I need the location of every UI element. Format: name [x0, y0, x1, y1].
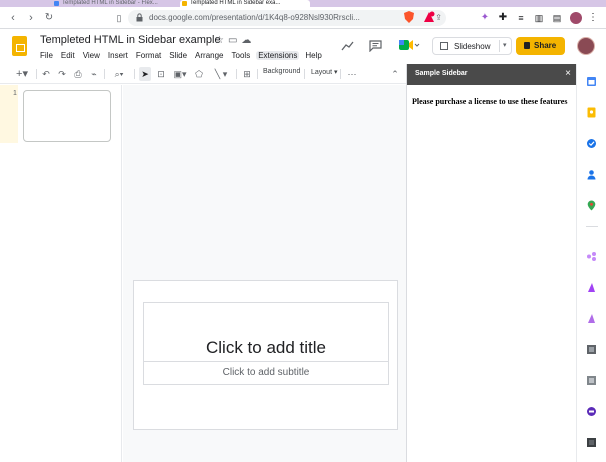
addon-icon[interactable] — [586, 375, 597, 386]
addon-icon[interactable] — [586, 437, 597, 448]
browser-tab-label: Templated HTML in Sidebar exa... — [190, 0, 281, 6]
browser-tab-label: Templated HTML in Sidebar - Flex... — [62, 0, 158, 6]
editor-toolbar: +▾ ↶ ↷ ⎙ ⌁ ⌕▾ ➤ ⊡ ▣▾ ⬠ ╲ ▾ ⊞ Background … — [0, 64, 406, 84]
slide-canvas: Click to add title Click to add subtitle — [123, 85, 406, 462]
subtitle-placeholder-text: Click to add subtitle — [222, 367, 310, 378]
forward-icon[interactable]: › — [24, 11, 38, 25]
sidebar-toggle-icon[interactable]: ▥ — [532, 11, 546, 25]
browser-toolbar: ‹ › ↻ ▯ docs.google.com/presentation/d/1… — [0, 7, 606, 29]
collapse-menus-icon[interactable]: ⌃ — [388, 67, 402, 81]
sidebar-header: Sample Sidebar × — [407, 64, 577, 85]
addon-sidebar: Sample Sidebar × Please purchase a licen… — [406, 64, 577, 462]
addon-icon[interactable] — [586, 313, 597, 324]
comments-icon[interactable] — [369, 40, 382, 55]
undo-icon[interactable]: ↶ — [40, 67, 52, 81]
extensions-puzzle-icon[interactable]: ✚ — [496, 11, 510, 25]
menu-help[interactable]: Help — [305, 51, 321, 60]
share-button[interactable]: Share — [516, 37, 565, 55]
zoom-icon[interactable]: ⌕▾ — [108, 67, 130, 81]
background-button[interactable]: Background — [263, 68, 300, 75]
menu-tools[interactable]: Tools — [232, 51, 251, 60]
calendar-icon[interactable] — [586, 76, 597, 87]
shape-icon[interactable]: ⬠ — [193, 67, 205, 81]
menu-file[interactable]: File — [40, 51, 53, 60]
star-icon[interactable]: ☆ — [215, 35, 228, 46]
redo-icon[interactable]: ↷ — [56, 67, 68, 81]
license-message: Please purchase a license to use these f… — [412, 97, 568, 106]
browser-profile-avatar[interactable] — [570, 12, 582, 24]
meet-icon[interactable] — [398, 38, 420, 52]
chevron-down-icon[interactable]: ▾ — [503, 41, 507, 49]
close-icon[interactable]: × — [565, 68, 571, 80]
menu-arrange[interactable]: Arrange — [195, 51, 223, 60]
title-placeholder[interactable]: Click to add title — [143, 302, 389, 362]
image-icon[interactable]: ▣▾ — [170, 67, 190, 81]
brave-rewards-icon[interactable] — [422, 11, 436, 25]
lock-icon — [524, 42, 530, 49]
layout-label: Layout — [311, 69, 333, 76]
slides-favicon-icon — [182, 1, 187, 6]
subtitle-placeholder[interactable]: Click to add subtitle — [143, 362, 389, 385]
reading-list-icon[interactable]: ≡ — [514, 11, 528, 25]
url-text: docs.google.com/presentation/d/1K4q8-o92… — [149, 13, 360, 22]
slide-number: 1 — [13, 90, 17, 97]
browser-tab-strip: Templated HTML in Sidebar - Flex... Temp… — [0, 0, 606, 7]
print-icon[interactable]: ⎙ — [72, 67, 84, 81]
slideshow-button[interactable]: Slideshow ▾ — [432, 37, 512, 55]
slides-logo-icon[interactable] — [12, 36, 27, 56]
contacts-icon[interactable] — [586, 169, 597, 180]
sidebar-title: Sample Sidebar — [415, 70, 468, 77]
brave-shield-icon[interactable] — [402, 11, 416, 25]
menu-view[interactable]: View — [83, 51, 100, 60]
activity-trend-icon[interactable] — [341, 40, 354, 54]
addon-icon[interactable] — [586, 344, 597, 355]
line-icon[interactable]: ╲ ▾ — [209, 67, 233, 81]
title-placeholder-text: Click to add title — [206, 338, 326, 357]
layout-button[interactable]: Layout ▾ — [311, 68, 338, 76]
menu-extensions[interactable]: Extensions — [256, 51, 300, 60]
browser-tab[interactable]: Templated HTML in Sidebar - Flex... — [52, 0, 178, 7]
extension-icon[interactable]: ✦ — [478, 11, 492, 25]
favicon-icon — [54, 1, 59, 6]
menu-insert[interactable]: Insert — [108, 51, 128, 60]
move-folder-icon[interactable]: ▭ — [228, 35, 241, 46]
page-share-icon[interactable]: ⇪ — [435, 13, 442, 22]
addon-icon[interactable] — [586, 251, 597, 262]
share-label: Share — [534, 41, 557, 50]
menu-icon[interactable]: ⋮ — [586, 11, 600, 25]
menu-slide[interactable]: Slide — [169, 51, 187, 60]
paint-format-icon[interactable]: ⌁ — [88, 67, 100, 81]
lock-icon — [136, 13, 143, 22]
addon-icon[interactable] — [586, 282, 597, 293]
text-box-icon[interactable]: ⊡ — [155, 67, 167, 81]
menu-format[interactable]: Format — [136, 51, 161, 60]
select-cursor-icon[interactable]: ➤ — [139, 67, 151, 81]
cloud-status-icon[interactable]: ☁ — [241, 35, 255, 46]
back-icon[interactable]: ‹ — [6, 11, 20, 25]
address-bar[interactable]: docs.google.com/presentation/d/1K4q8-o92… — [128, 10, 446, 26]
present-icon — [440, 42, 448, 50]
browser-tab-active[interactable]: Templated HTML in Sidebar exa... — [180, 0, 310, 7]
menu-edit[interactable]: Edit — [61, 51, 75, 60]
bookmark-icon[interactable]: ▯ — [112, 11, 126, 25]
menu-bar: File Edit View Insert Format Slide Arran… — [40, 51, 322, 60]
new-slide-icon[interactable]: +▾ — [12, 67, 32, 81]
keep-icon[interactable] — [586, 107, 597, 118]
side-panel — [576, 64, 606, 462]
slide-filmstrip: 1 — [0, 85, 122, 462]
tasks-icon[interactable] — [586, 138, 597, 149]
document-title[interactable]: Templeted HTML in Sidebar example — [40, 34, 221, 46]
slide-thumbnail[interactable] — [23, 90, 111, 142]
more-options-icon[interactable]: ⋯ — [345, 67, 359, 81]
account-avatar[interactable] — [577, 37, 595, 55]
slideshow-label: Slideshow — [454, 42, 491, 51]
maps-icon[interactable] — [586, 200, 597, 211]
comment-add-icon[interactable]: ⊞ — [241, 67, 253, 81]
addon-icon[interactable] — [586, 406, 597, 417]
wallet-icon[interactable]: ▤ — [550, 11, 564, 25]
slide[interactable]: Click to add title Click to add subtitle — [133, 280, 398, 430]
reload-icon[interactable]: ↻ — [42, 11, 56, 25]
